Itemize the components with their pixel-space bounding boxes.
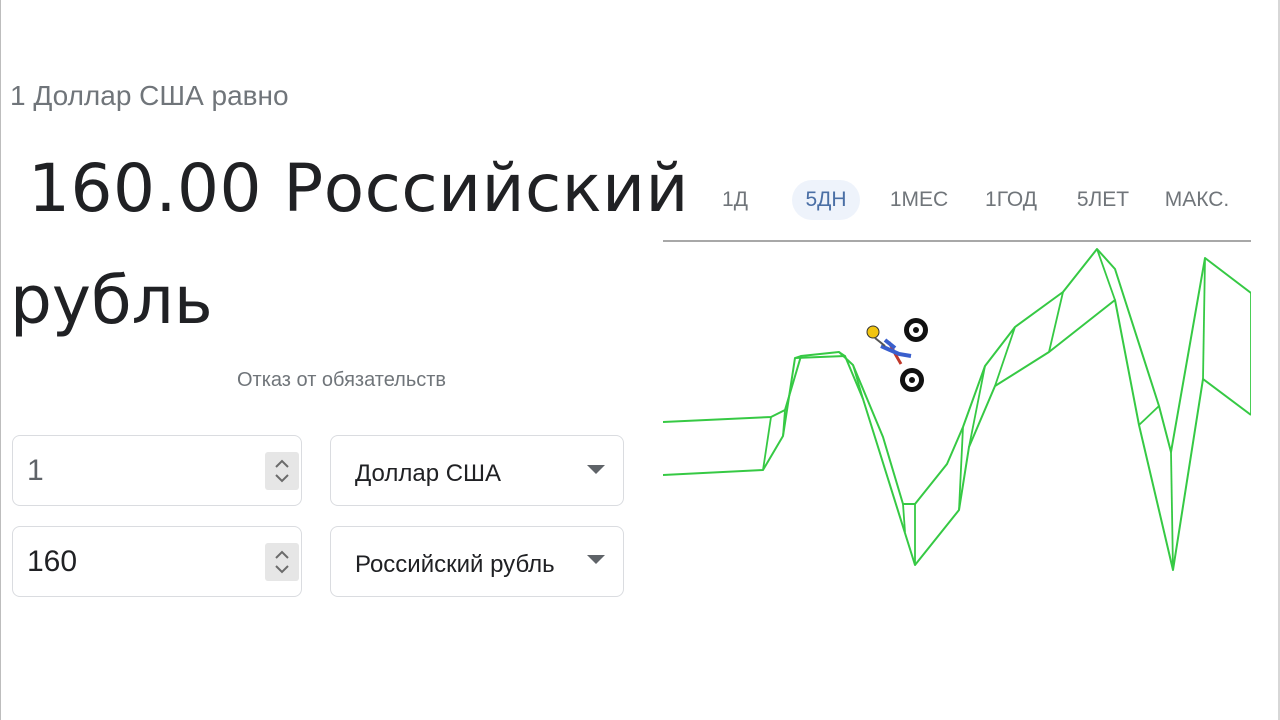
from-currency-label: Доллар США — [355, 460, 502, 487]
tab-1m[interactable]: 1МЕС — [880, 180, 958, 220]
to-amount-input[interactable] — [27, 527, 257, 596]
caret-down-icon — [587, 555, 605, 564]
tab-5d[interactable]: 5ДН — [792, 180, 860, 220]
from-amount-input[interactable] — [27, 436, 257, 505]
left-border — [0, 0, 1, 720]
from-amount-box[interactable] — [12, 435, 302, 506]
tab-1y[interactable]: 1ГОД — [976, 180, 1046, 220]
track-lines — [663, 248, 1251, 571]
converted-unit: рубль — [10, 262, 213, 339]
track-back-edge — [663, 248, 1251, 505]
tab-5y[interactable]: 5ЛЕТ — [1066, 180, 1140, 220]
motorbike-rider-icon — [866, 318, 928, 392]
rate-chart — [663, 248, 1251, 571]
converted-value: 160.00 Российский — [28, 150, 689, 227]
tab-1d[interactable]: 1Д — [708, 180, 762, 220]
disclaimer-link[interactable]: Отказ от обязательств — [237, 369, 446, 392]
to-currency-select[interactable]: Российский рубль — [330, 526, 624, 597]
to-amount-box[interactable] — [12, 526, 302, 597]
from-amount-stepper-icon[interactable] — [265, 452, 299, 490]
from-currency-select[interactable]: Доллар США — [330, 435, 624, 506]
tab-max[interactable]: МАКС. — [1154, 180, 1240, 220]
to-amount-stepper-icon[interactable] — [265, 543, 299, 581]
track-front-edge — [663, 299, 1251, 571]
conversion-subtitle: 1 Доллар США равно — [10, 80, 289, 111]
range-tabs: 1Д 5ДН 1МЕС 1ГОД 5ЛЕТ МАКС. — [690, 180, 1250, 220]
to-currency-label: Российский рубль — [355, 551, 555, 578]
caret-down-icon — [587, 465, 605, 474]
